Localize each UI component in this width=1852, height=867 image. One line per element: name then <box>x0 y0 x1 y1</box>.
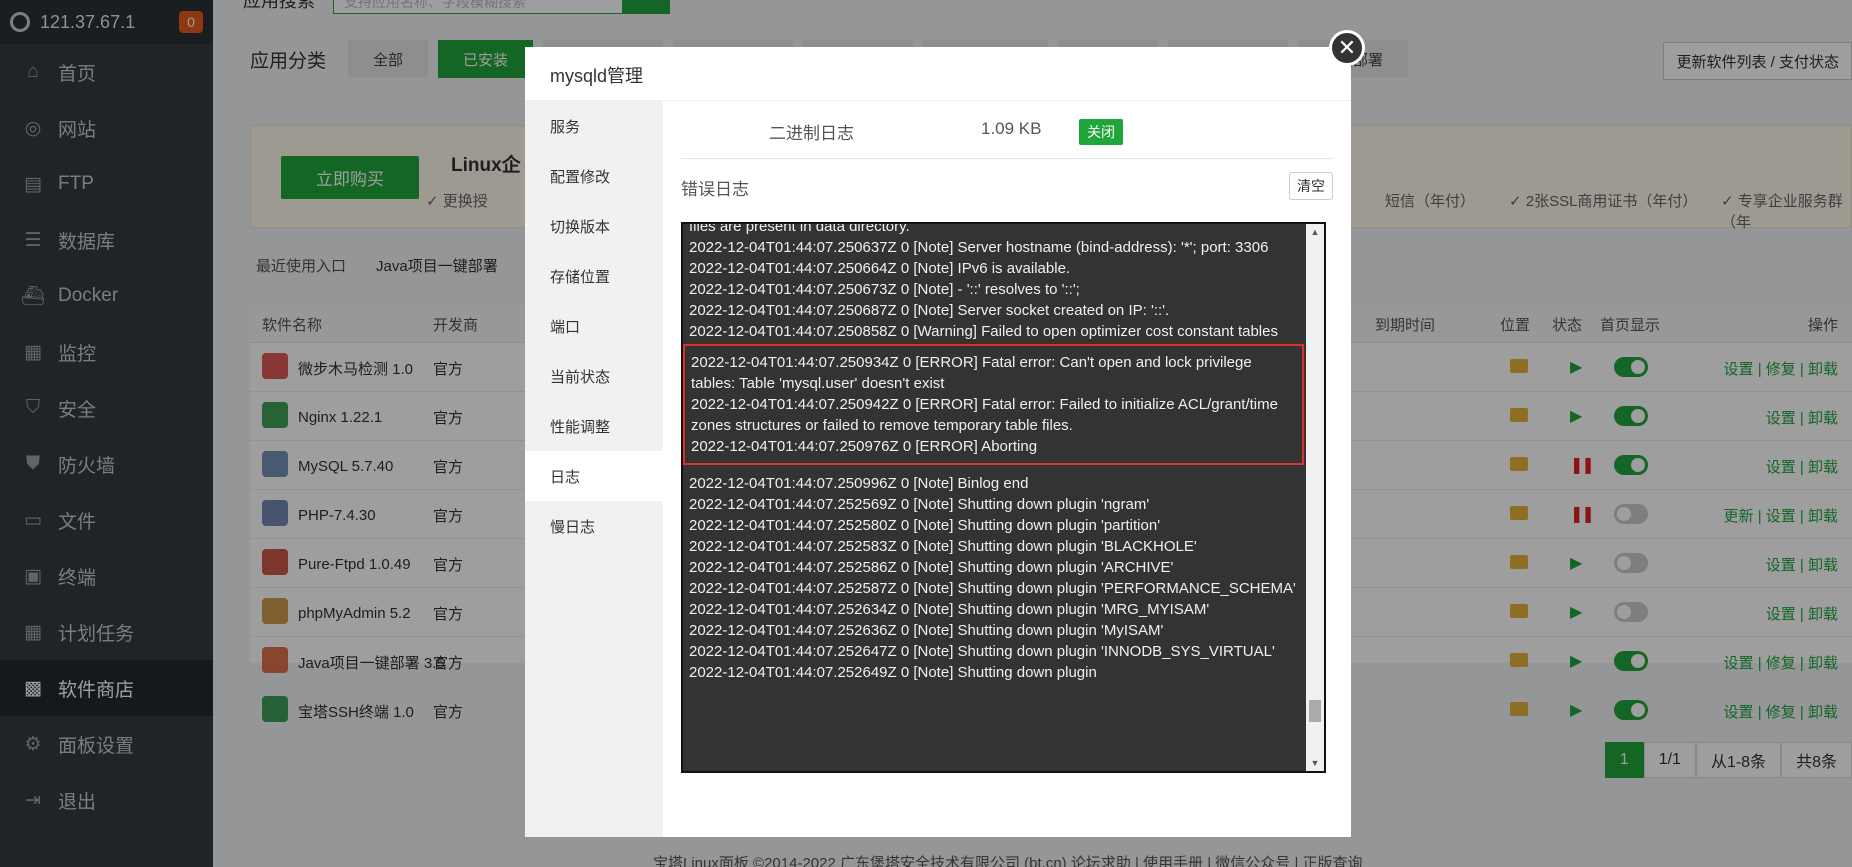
dialog-tab[interactable]: 存储位置 <box>525 251 663 301</box>
error-highlight-box: 2022-12-04T01:44:07.250934Z 0 [ERROR] Fa… <box>683 344 1304 465</box>
dialog-tab[interactable]: 当前状态 <box>525 351 663 401</box>
dialog-tab[interactable]: 切换版本 <box>525 201 663 251</box>
binlog-row: 二进制日志 1.09 KB 关闭 <box>681 101 1333 159</box>
error-log-content: files are present in data directory. 2022… <box>683 222 1304 683</box>
log-line: 2022-12-04T01:44:07.252634Z 0 [Note] Shu… <box>689 601 1210 618</box>
log-line: 2022-12-04T01:44:07.250942Z 0 [ERROR] Fa… <box>691 396 1278 434</box>
mysqld-manage-dialog: mysqld管理 服务 配置修改 切换版本 存储位置 端口 当前状态 性能调整 日志 慢日志 二… <box>525 47 1351 837</box>
error-log-textarea[interactable]: files are present in data directory. 2022… <box>681 222 1326 773</box>
error-log-label: 错误日志 <box>681 180 749 199</box>
log-line: 2022-12-04T01:44:07.252586Z 0 [Note] Shu… <box>689 559 1174 576</box>
scroll-thumb[interactable] <box>1309 700 1321 722</box>
close-dialog-button[interactable]: ✕ <box>1329 30 1365 66</box>
dialog-title: mysqld管理 <box>525 47 1351 101</box>
log-scrollbar[interactable]: ▲ ▼ <box>1306 224 1324 771</box>
log-line: 2022-12-04T01:44:07.250664Z 0 [Note] IPv… <box>689 260 1071 277</box>
log-line: 2022-12-04T01:44:07.250858Z 0 [Warning] … <box>689 323 1278 340</box>
log-line: 2022-12-04T01:44:07.252649Z 0 [Note] Shu… <box>689 664 1097 681</box>
dialog-tab[interactable]: 慢日志 <box>525 501 663 551</box>
log-line: 2022-12-04T01:44:07.252580Z 0 [Note] Shu… <box>689 517 1161 534</box>
log-line: 2022-12-04T01:44:07.252636Z 0 [Note] Shu… <box>689 622 1164 639</box>
dialog-tab[interactable]: 配置修改 <box>525 151 663 201</box>
binlog-size: 1.09 KB <box>981 119 1042 138</box>
log-line: 2022-12-04T01:44:07.252647Z 0 [Note] Shu… <box>689 643 1275 660</box>
log-line: 2022-12-04T01:44:07.250996Z 0 [Note] Bin… <box>689 475 1029 492</box>
log-line: files are present in data directory. <box>689 222 910 235</box>
log-line: 2022-12-04T01:44:07.252587Z 0 [Note] Shu… <box>689 580 1296 597</box>
dialog-tabs: 服务 配置修改 切换版本 存储位置 端口 当前状态 性能调整 日志 慢日志 <box>525 101 663 837</box>
log-line: 2022-12-04T01:44:07.250673Z 0 [Note] - '… <box>689 281 1080 298</box>
log-line: 2022-12-04T01:44:07.252583Z 0 [Note] Shu… <box>689 538 1197 555</box>
log-line: 2022-12-04T01:44:07.250976Z 0 [ERROR] Ab… <box>691 438 1038 455</box>
error-log-header: 错误日志 清空 <box>681 159 1333 219</box>
scroll-up-icon[interactable]: ▲ <box>1306 224 1324 240</box>
log-line: 2022-12-04T01:44:07.250637Z 0 [Note] Ser… <box>689 239 1269 256</box>
dialog-tab[interactable]: 日志 <box>525 451 663 501</box>
log-line: 2022-12-04T01:44:07.250934Z 0 [ERROR] Fa… <box>691 354 1252 392</box>
dialog-tab[interactable]: 端口 <box>525 301 663 351</box>
dialog-tab[interactable]: 性能调整 <box>525 401 663 451</box>
binlog-toggle-button[interactable]: 关闭 <box>1079 119 1123 145</box>
log-line: 2022-12-04T01:44:07.252569Z 0 [Note] Shu… <box>689 496 1150 513</box>
clear-log-button[interactable]: 清空 <box>1289 172 1333 200</box>
binlog-label: 二进制日志 <box>769 124 854 143</box>
scroll-down-icon[interactable]: ▼ <box>1306 755 1324 771</box>
log-line: 2022-12-04T01:44:07.250687Z 0 [Note] Ser… <box>689 302 1170 319</box>
dialog-tab[interactable]: 服务 <box>525 101 663 151</box>
dialog-body: 二进制日志 1.09 KB 关闭 错误日志 清空 files are prese… <box>663 101 1351 837</box>
